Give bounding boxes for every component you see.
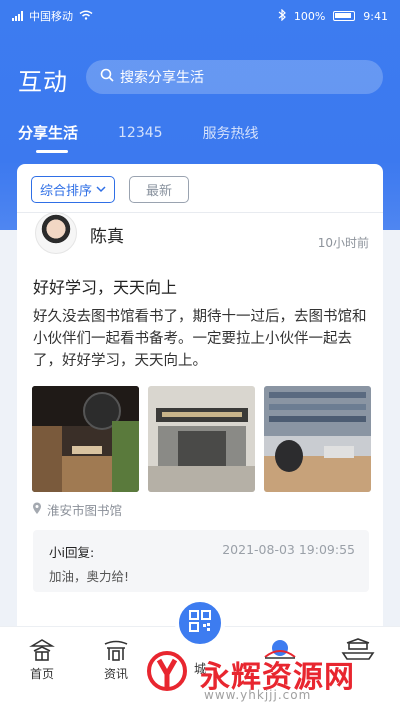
location-pin-icon: [32, 502, 42, 518]
center-scan-button[interactable]: [175, 598, 225, 648]
reply-time: 2021-08-03 19:09:55: [222, 542, 355, 557]
chevron-down-icon: [96, 182, 106, 197]
nav-label-home: 首页: [29, 667, 54, 681]
tab-service-hotline[interactable]: 服务热线: [203, 123, 259, 143]
sort-comprehensive-label: 综合排序: [40, 184, 93, 199]
nav-label-news: 资讯: [103, 667, 128, 681]
qr-code-icon: [188, 609, 212, 637]
reply-author: 小i回复:: [49, 545, 95, 560]
battery-percent: 100%: [293, 9, 326, 23]
wifi-icon: [79, 10, 93, 23]
watermark-logo-icon: [145, 646, 195, 696]
sort-options: 综合排序 最新: [31, 176, 190, 203]
tab-12345[interactable]: 12345: [118, 125, 163, 141]
location-label: 淮安市图书馆: [47, 503, 123, 518]
post-card[interactable]: 综合排序 最新 陈真 10小时前 好好学习，天天向上 好久没去图书馆看书了，期待…: [17, 164, 383, 634]
battery-icon: [333, 11, 356, 21]
clock: 9:41: [363, 9, 388, 23]
nav-item-news[interactable]: 资讯: [86, 635, 146, 682]
author-name[interactable]: 陈真: [90, 222, 124, 247]
search-bar[interactable]: 搜索分享生活: [86, 60, 383, 94]
sort-comprehensive-button[interactable]: 综合排序: [31, 176, 116, 203]
post-time: 10小时前: [317, 236, 369, 250]
signal-icon: [12, 11, 23, 21]
reply-text: 加油，奥力给!: [49, 569, 130, 584]
reply-box: 小i回复: 2021-08-03 19:09:55 加油，奥力给!: [33, 530, 369, 592]
tab-share-life[interactable]: 分享生活: [18, 122, 78, 153]
search-placeholder: 搜索分享生活: [120, 70, 204, 86]
sort-latest-button[interactable]: 最新: [129, 176, 190, 203]
photo-library-entrance[interactable]: [148, 386, 255, 492]
post-body: 好久没去图书馆看书了，期待十一过后，去图书馆和小伙伴们一起看书备考。一定要拉上小…: [33, 309, 367, 369]
carrier-label: 中国移动: [29, 10, 73, 23]
tab-bar: 分享生活 12345 服务热线: [18, 122, 299, 153]
search-icon: [100, 68, 114, 86]
home-pavilion-icon: [12, 635, 72, 665]
location-tag[interactable]: 淮安市图书馆: [32, 500, 122, 519]
page-title: 互动: [18, 68, 68, 96]
photo-grid: [32, 386, 371, 492]
status-bar: 中国移动 100% 9:41: [0, 0, 400, 32]
divider: [17, 212, 383, 213]
watermark-url: www.yhkjjj.com: [204, 688, 312, 702]
avatar[interactable]: [35, 212, 77, 254]
post-title: 好好学习，天天向上: [33, 278, 178, 297]
bluetooth-icon: [278, 8, 286, 24]
photo-library-interior[interactable]: [32, 386, 139, 492]
nav-item-home[interactable]: 首页: [12, 635, 72, 682]
photo-reading-room[interactable]: [264, 386, 371, 492]
news-gate-icon: [86, 635, 146, 665]
